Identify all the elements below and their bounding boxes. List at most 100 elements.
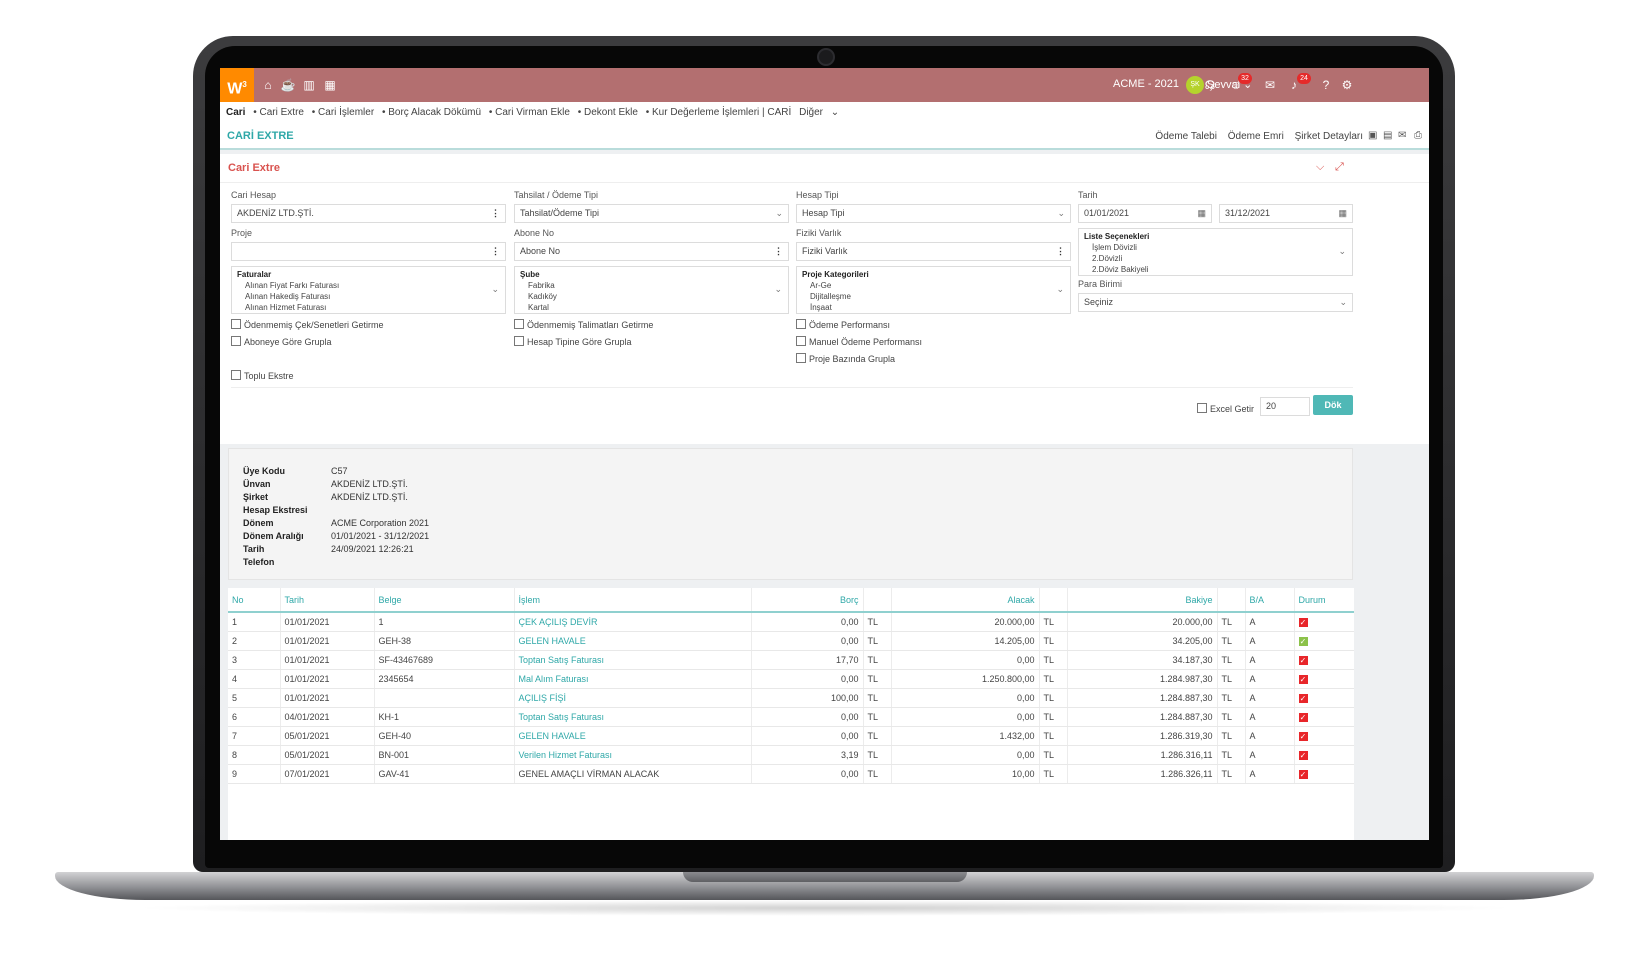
cell-islem[interactable]: AÇILIŞ FİŞİ bbox=[514, 688, 752, 708]
table-row[interactable]: 2 01/01/2021 GEH-38 GELEN HAVALE 0,00 TL 14.20… bbox=[228, 631, 1354, 651]
checkbox-box[interactable] bbox=[1197, 403, 1207, 413]
cell-islem[interactable]: GELEN HAVALE bbox=[514, 631, 752, 651]
more-icon[interactable]: ⋮ bbox=[774, 243, 783, 260]
headset-icon[interactable]: ☊ bbox=[1202, 77, 1218, 93]
calendar-icon[interactable]: ▦ bbox=[322, 77, 338, 93]
cell-islem[interactable]: GELEN HAVALE bbox=[514, 726, 752, 746]
list-option[interactable]: İşlem Dövizli bbox=[1084, 242, 1347, 253]
table-row[interactable]: 1 01/01/2021 1 ÇEK AÇILIŞ DEVİR 0,00 TL 20.000… bbox=[228, 612, 1354, 632]
gear-icon[interactable]: ⚙ bbox=[1339, 77, 1355, 93]
table-row[interactable]: 5 01/01/2021 AÇILIŞ FİŞİ 100,00 TL 0,00 TL 1.28… bbox=[228, 688, 1354, 708]
list-option[interactable]: Kartal bbox=[520, 302, 783, 313]
company-selector[interactable]: ACME - 2021 bbox=[1113, 78, 1179, 90]
col-borc[interactable]: Borç bbox=[751, 588, 864, 613]
col-no[interactable]: No bbox=[228, 588, 281, 613]
odenmemis-talimat-checkbox[interactable]: Ödenmemiş Talimatları Getirme bbox=[514, 319, 653, 330]
menu-cari-islemler[interactable]: • Cari İşlemler bbox=[312, 107, 374, 118]
col-alacak[interactable]: Alacak bbox=[891, 588, 1040, 613]
toplu-ekstre-checkbox[interactable]: Toplu Ekstre bbox=[231, 370, 294, 381]
checkbox-box[interactable] bbox=[231, 336, 241, 346]
excel-getir-checkbox[interactable]: Excel Getir bbox=[1197, 403, 1254, 414]
chat-icon[interactable]: ✉ bbox=[1262, 77, 1278, 93]
more-icon[interactable]: ⋮ bbox=[491, 243, 500, 260]
col-belge[interactable]: Belge bbox=[374, 588, 515, 613]
proje-bazinda-checkbox[interactable]: Proje Bazında Grupla bbox=[796, 353, 895, 364]
table-row[interactable]: 8 05/01/2021 BN-001 Verilen Hizmet Faturası… bbox=[228, 745, 1354, 765]
aboneye-gore-checkbox[interactable]: Aboneye Göre Grupla bbox=[231, 336, 332, 347]
manuel-odeme-checkbox[interactable]: Manuel Ödeme Performansı bbox=[796, 336, 922, 347]
dok-button[interactable]: Dök bbox=[1313, 395, 1353, 415]
hesap-tipi-select[interactable]: Hesap Tipi ⌄ bbox=[796, 204, 1071, 223]
hesap-tipine-gore-checkbox[interactable]: Hesap Tipine Göre Grupla bbox=[514, 336, 632, 347]
tahsilat-select[interactable]: Tahsilat/Ödeme Tipi ⌄ bbox=[514, 204, 789, 223]
odenmemis-cek-checkbox[interactable]: Ödenmemiş Çek/Senetleri Getirme bbox=[231, 319, 384, 330]
save-icon[interactable]: ▣ bbox=[1368, 130, 1377, 141]
liste-secenekleri-list[interactable]: Liste Seçenekleri İşlem Dövizli 2.Dövizl… bbox=[1078, 228, 1353, 276]
col-ba[interactable]: B/A bbox=[1245, 588, 1295, 613]
menu-borc-alacak[interactable]: • Borç Alacak Dökümü bbox=[382, 107, 481, 118]
cell-islem[interactable]: Mal Alım Faturası bbox=[514, 669, 752, 689]
checkbox-box[interactable] bbox=[796, 336, 806, 346]
tarih-to-input[interactable]: 31/12/2021 ▦ bbox=[1219, 204, 1353, 223]
menu-diger[interactable]: Diğer ⌄ bbox=[799, 107, 844, 118]
checkbox-box[interactable] bbox=[514, 319, 524, 329]
list-option[interactable]: İnşaat bbox=[802, 302, 1065, 313]
chart-icon[interactable]: ▥ bbox=[301, 77, 317, 93]
checkbox-box[interactable] bbox=[514, 336, 524, 346]
menu-dekont-ekle[interactable]: • Dekont Ekle bbox=[578, 107, 638, 118]
tarih-from-input[interactable]: 01/01/2021 ▦ bbox=[1078, 204, 1212, 223]
max-rows-input[interactable]: 20 bbox=[1260, 397, 1310, 416]
table-row[interactable]: 4 01/01/2021 2345654 Mal Alım Faturası 0,00 T… bbox=[228, 669, 1354, 689]
menu-cari-virman[interactable]: • Cari Virman Ekle bbox=[489, 107, 570, 118]
more-icon[interactable]: ⋮ bbox=[491, 205, 500, 222]
coffee-icon[interactable]: ☕ bbox=[280, 77, 296, 93]
proje-kategorileri-list[interactable]: Proje Kategorileri Ar-Ge Dijitalleşme İn… bbox=[796, 266, 1071, 314]
abone-no-input[interactable]: Abone No ⋮ bbox=[514, 242, 789, 261]
checkbox-box[interactable] bbox=[231, 319, 241, 329]
para-birimi-select[interactable]: Seçiniz ⌄ bbox=[1078, 293, 1353, 312]
odeme-talebi-link[interactable]: Ödeme Talebi bbox=[1155, 131, 1217, 142]
odeme-performansi-checkbox[interactable]: Ödeme Performansı bbox=[796, 319, 890, 330]
sirket-detaylari-link[interactable]: Şirket Detayları bbox=[1295, 131, 1363, 142]
list-option[interactable]: Alınan Hakediş Faturası bbox=[237, 291, 500, 302]
odeme-emri-link[interactable]: Ödeme Emri bbox=[1228, 131, 1284, 142]
calendar-icon[interactable]: ▦ bbox=[1197, 205, 1206, 222]
fiziki-varlik-input[interactable]: Fiziki Varlık ⋮ bbox=[796, 242, 1071, 261]
table-row[interactable]: 9 07/01/2021 GAV-41 GENEL AMAÇLI VİRMAN ALA… bbox=[228, 764, 1354, 784]
mail-icon[interactable]: ✉ bbox=[1398, 130, 1406, 141]
table-row[interactable]: 3 01/01/2021 SF-43467689 Toptan Satış Fatur… bbox=[228, 650, 1354, 670]
proje-input[interactable]: ⋮ bbox=[231, 242, 506, 261]
list-option[interactable]: Dijitalleşme bbox=[802, 291, 1065, 302]
list-option[interactable]: 2.Döviz Bakiyeli bbox=[1084, 264, 1347, 275]
list-option[interactable]: Kadıköy bbox=[520, 291, 783, 302]
calendar-icon[interactable]: ▦ bbox=[1338, 205, 1347, 222]
cari-hesap-input[interactable]: AKDENİZ LTD.ŞTİ. ⋮ bbox=[231, 204, 506, 223]
list-option[interactable]: Ar-Ge bbox=[802, 280, 1065, 291]
checkbox-box[interactable] bbox=[796, 353, 806, 363]
cell-islem[interactable]: Verilen Hizmet Faturası bbox=[514, 745, 752, 765]
table-row[interactable]: 7 05/01/2021 GEH-40 GELEN HAVALE 0,00 TL 1.432… bbox=[228, 726, 1354, 746]
table-row[interactable]: 6 04/01/2021 KH-1 Toptan Satış Faturası 0,00… bbox=[228, 707, 1354, 727]
faturalar-list[interactable]: Faturalar Alınan Fiyat Farkı Faturası Al… bbox=[231, 266, 506, 314]
menu-cari-extre[interactable]: • Cari Extre bbox=[253, 107, 304, 118]
list-option[interactable]: Alınan Hizmet Faturası bbox=[237, 302, 500, 313]
sube-list[interactable]: Şube Fabrika Kadıköy Kartal ⌄ bbox=[514, 266, 789, 314]
col-bakiye[interactable]: Bakiye bbox=[1067, 588, 1218, 613]
list-option[interactable]: Fabrika bbox=[520, 280, 783, 291]
print-icon[interactable]: ⎙ bbox=[1414, 130, 1422, 141]
list-option[interactable]: 2.Dövizli bbox=[1084, 253, 1347, 264]
cell-islem[interactable]: Toptan Satış Faturası bbox=[514, 707, 752, 727]
cell-islem[interactable]: ÇEK AÇILIŞ DEVİR bbox=[514, 612, 752, 632]
app-logo[interactable]: W3 bbox=[220, 68, 254, 102]
more-icon[interactable]: ⋮ bbox=[1056, 243, 1065, 260]
col-durum[interactable]: Durum bbox=[1294, 588, 1354, 613]
menu-kur-degerleme[interactable]: • Kur Değerleme İşlemleri | CARİ bbox=[646, 107, 792, 118]
help-icon[interactable]: ? bbox=[1318, 77, 1334, 93]
list-option[interactable]: Alınan Fiyat Farkı Faturası bbox=[237, 280, 500, 291]
home-icon[interactable]: ⌂ bbox=[260, 77, 276, 93]
col-islem[interactable]: İşlem bbox=[514, 588, 752, 613]
cell-islem[interactable]: Toptan Satış Faturası bbox=[514, 650, 752, 670]
checkbox-box[interactable] bbox=[796, 319, 806, 329]
col-tarih[interactable]: Tarih bbox=[280, 588, 375, 613]
checkbox-box[interactable] bbox=[231, 370, 241, 380]
